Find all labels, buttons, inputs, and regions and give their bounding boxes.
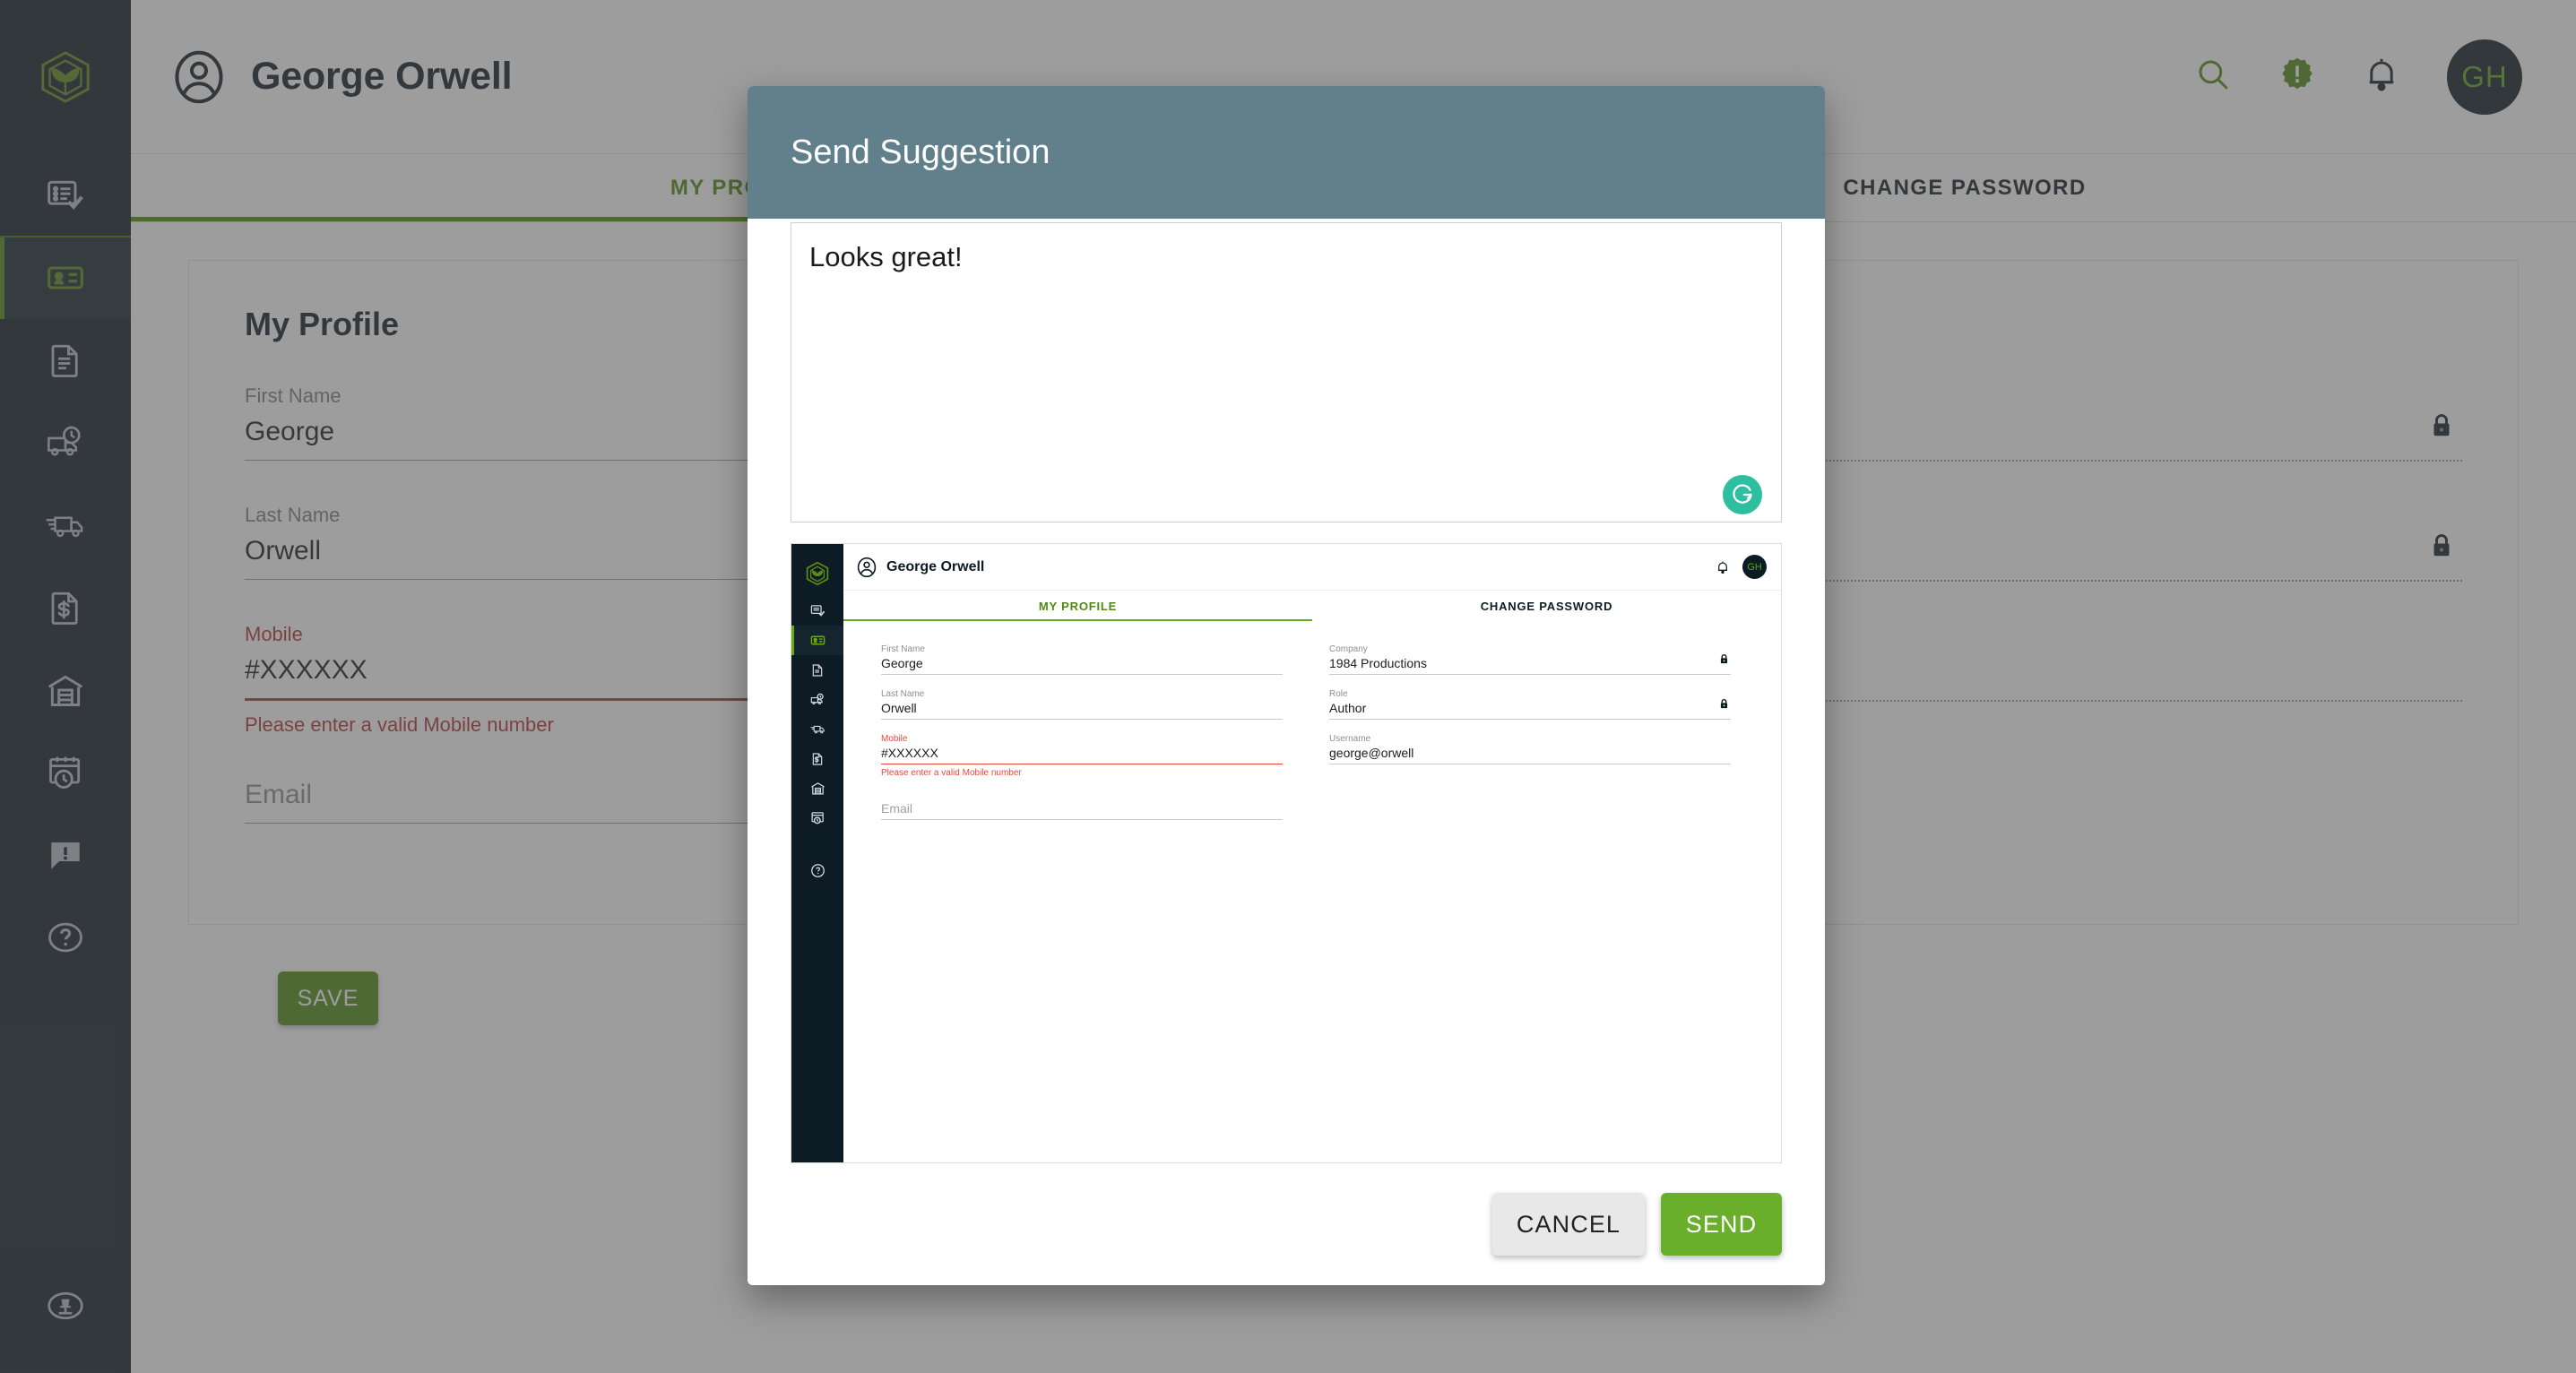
dialog-body: George Orwell GH MY PROFILE CHANGE <box>748 219 1825 1163</box>
dialog-title: Send Suggestion <box>791 133 1050 171</box>
preview-topbar-actions: GH <box>1716 555 1767 579</box>
preview-avatar-initials: GH <box>1747 561 1762 573</box>
preview-field-label: Username <box>1329 734 1371 744</box>
preview-sidebar-item-orders <box>791 596 843 626</box>
preview-sidebar <box>791 544 843 1162</box>
preview-sidebar-item-shipments <box>791 714 843 744</box>
preview-field-username: Username george@orwell <box>1329 734 1731 764</box>
screen: George Orwell <box>0 0 2576 1373</box>
page-screenshot-preview: George Orwell GH MY PROFILE CHANGE PASSW… <box>791 543 1782 1163</box>
preview-right-column: Company 1984 Productions Role Author Use… <box>1329 644 1731 1162</box>
preview-topbar: George Orwell GH <box>843 544 1781 591</box>
preview-field-mobile: Mobile #XXXXXX Please enter a valid Mobi… <box>881 734 1283 778</box>
suggestion-textarea[interactable] <box>791 222 1782 522</box>
preview-field-company: Company 1984 Productions <box>1329 644 1731 675</box>
preview-field-email: Email <box>881 801 1283 820</box>
preview-tabs: MY PROFILE CHANGE PASSWORD <box>843 591 1781 621</box>
preview-field-label: Role <box>1329 689 1348 699</box>
preview-bell-icon <box>1717 560 1728 574</box>
preview-field-role: Role Author <box>1329 689 1731 720</box>
preview-field-label: First Name <box>881 644 925 654</box>
preview-sidebar-item-profile <box>791 626 843 655</box>
preview-user-circle-icon <box>857 557 877 577</box>
preview-sidebar-item-help <box>791 856 843 885</box>
send-button[interactable]: SEND <box>1661 1193 1782 1256</box>
preview-columns: First Name George Last Name Orwell Mobil… <box>843 621 1781 1162</box>
preview-left-column: First Name George Last Name Orwell Mobil… <box>881 644 1283 1162</box>
grammarly-icon[interactable] <box>1723 475 1762 514</box>
preview-logo <box>805 551 830 596</box>
preview-field-label: Company <box>1329 644 1368 654</box>
preview-username-value: george@orwell <box>1329 746 1731 764</box>
preview-sidebar-item-documents <box>791 655 843 685</box>
preview-sidebar-item-invoices <box>791 744 843 773</box>
preview-page-title: George Orwell <box>886 558 985 574</box>
preview-tab-underline <box>843 619 1312 621</box>
dialog-footer: CANCEL SEND <box>748 1163 1825 1285</box>
preview-main: George Orwell GH MY PROFILE CHANGE PASSW… <box>843 544 1781 1162</box>
preview-email-value: Email <box>881 801 1283 820</box>
preview-sidebar-item-scheduled-deliveries <box>791 685 843 714</box>
preview-first-name-value: George <box>881 656 1283 675</box>
suggestion-textarea-wrap <box>791 222 1782 527</box>
preview-field-first-name: First Name George <box>881 644 1283 675</box>
preview-sidebar-item-calendar <box>791 803 843 833</box>
preview-company-value: 1984 Productions <box>1329 656 1731 675</box>
preview-role-value: Author <box>1329 701 1731 720</box>
preview-tab-my-profile: MY PROFILE <box>1038 599 1118 613</box>
preview-field-label: Last Name <box>881 689 925 699</box>
preview-mobile-error: Please enter a valid Mobile number <box>881 768 1022 778</box>
preview-lock-icon <box>1719 698 1729 714</box>
preview-lock-icon <box>1719 653 1729 669</box>
preview-tab-change-password: CHANGE PASSWORD <box>1480 599 1613 613</box>
preview-field-last-name: Last Name Orwell <box>881 689 1283 720</box>
preview-field-label: Mobile <box>881 734 908 744</box>
dialog-header: Send Suggestion <box>748 86 1825 219</box>
cancel-button[interactable]: CANCEL <box>1492 1193 1645 1256</box>
preview-sidebar-item-warehouse <box>791 773 843 803</box>
preview-mobile-value: #XXXXXX <box>881 746 1283 764</box>
preview-last-name-value: Orwell <box>881 701 1283 720</box>
preview-avatar: GH <box>1742 555 1767 579</box>
send-suggestion-dialog: Send Suggestion Looks great! George Orwe… <box>748 86 1825 1285</box>
